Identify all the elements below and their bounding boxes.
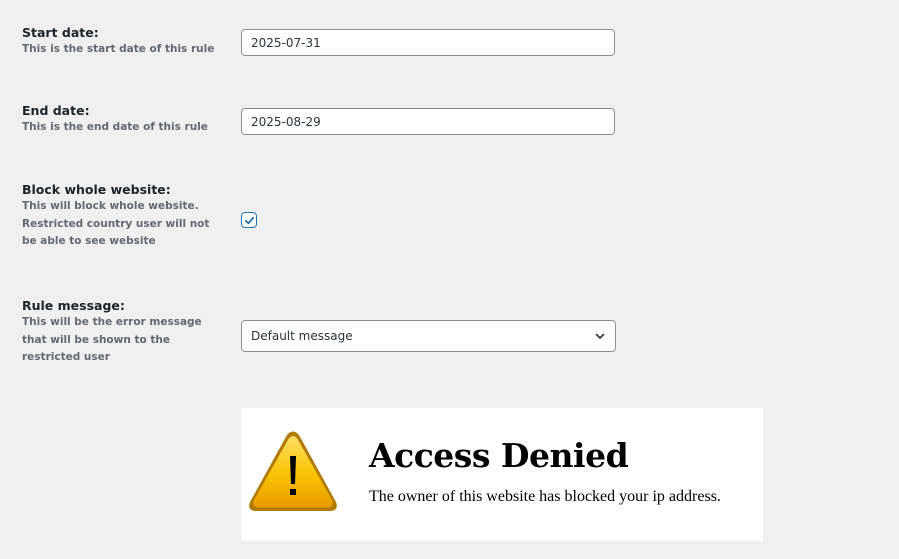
rule-message-description: This will be the error message that will… [22,316,202,363]
start-date-description: This is the start date of this rule [22,43,215,55]
start-date-input[interactable] [241,29,615,56]
end-date-description: This is the end date of this rule [22,121,208,133]
rule-message-selected-value: Default message [251,329,353,343]
rule-message-select[interactable]: Default message [241,320,616,352]
preview-message: The owner of this website has blocked yo… [369,488,721,505]
block-website-label-group: Block whole website: This will block who… [22,181,209,251]
rule-message-title: Rule message: [22,298,125,313]
warning-triangle-icon [249,431,337,511]
end-date-title: End date: [22,103,90,118]
end-date-label-group: End date: This is the end date of this r… [22,102,208,137]
block-website-title: Block whole website: [22,182,171,197]
checkmark-icon [244,216,254,224]
preview-title: Access Denied [369,436,629,475]
block-website-description: This will block whole website. Restricte… [22,200,210,247]
block-website-checkbox[interactable] [241,212,257,228]
start-date-title: Start date: [22,25,99,40]
start-date-label-group: Start date: This is the start date of th… [22,24,214,59]
rule-message-label-group: Rule message: This will be the error mes… [22,297,202,367]
access-denied-preview: Access Denied The owner of this website … [241,408,763,541]
end-date-input[interactable] [241,108,615,135]
chevron-down-icon [595,333,605,339]
